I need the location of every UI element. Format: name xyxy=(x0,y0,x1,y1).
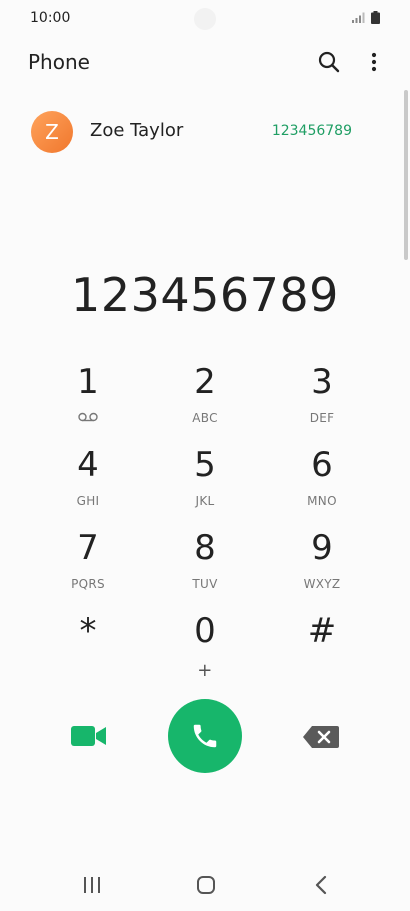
scrollbar[interactable] xyxy=(404,90,408,260)
avatar: Z xyxy=(31,111,73,153)
key-star[interactable]: * xyxy=(30,609,146,689)
key-letters: ABC xyxy=(192,411,218,425)
key-letters: PQRS xyxy=(71,577,105,591)
key-letters: JKL xyxy=(195,494,215,508)
key-9[interactable]: 9 WXYZ xyxy=(264,526,380,606)
home-icon[interactable] xyxy=(196,875,216,895)
key-letters: DEF xyxy=(309,411,335,425)
dialed-number-display[interactable]: 123456789 xyxy=(0,268,410,322)
key-digit: 2 xyxy=(194,362,216,402)
key-8[interactable]: 8 TUV xyxy=(147,526,263,606)
backspace-icon[interactable] xyxy=(302,725,340,749)
key-digit: 8 xyxy=(194,528,216,568)
key-digit: 3 xyxy=(311,362,333,402)
key-digit: 5 xyxy=(194,445,216,485)
key-letters: TUV xyxy=(192,577,218,591)
key-letters: + xyxy=(197,660,213,681)
front-camera xyxy=(194,8,216,30)
more-options-icon[interactable] xyxy=(366,50,382,74)
suggested-contact-row[interactable]: Z Zoe Taylor 123456789 xyxy=(0,107,400,157)
key-4[interactable]: 4 GHI xyxy=(30,443,146,523)
phone-icon xyxy=(193,724,217,748)
key-letters: GHI xyxy=(76,494,100,508)
key-2[interactable]: 2 ABC xyxy=(147,360,263,440)
navigation-bar xyxy=(0,860,410,910)
contact-number: 123456789 xyxy=(271,123,352,139)
key-digit: 6 xyxy=(311,445,333,485)
key-letters: MNO xyxy=(307,494,337,508)
video-camera-icon[interactable] xyxy=(70,724,108,748)
key-digit: 0 xyxy=(194,611,216,651)
key-hash[interactable]: # xyxy=(264,609,380,689)
back-icon[interactable] xyxy=(314,875,328,895)
key-digit: 7 xyxy=(77,528,99,568)
status-bar: 10:00 xyxy=(0,0,410,38)
battery-icon xyxy=(371,11,380,24)
key-0[interactable]: 0 + xyxy=(147,609,263,689)
page-title: Phone xyxy=(28,50,90,74)
key-5[interactable]: 5 JKL xyxy=(147,443,263,523)
key-digit: 4 xyxy=(77,445,99,485)
signal-icon xyxy=(352,12,365,23)
key-3[interactable]: 3 DEF xyxy=(264,360,380,440)
recent-apps-icon[interactable] xyxy=(82,876,102,894)
key-digit: * xyxy=(79,611,97,651)
key-1[interactable]: 1 xyxy=(30,360,146,440)
search-icon[interactable] xyxy=(318,51,340,73)
key-7[interactable]: 7 PQRS xyxy=(30,526,146,606)
key-digit: 9 xyxy=(311,528,333,568)
key-6[interactable]: 6 MNO xyxy=(264,443,380,523)
voicemail-icon xyxy=(78,412,98,422)
key-digit: 1 xyxy=(77,362,99,402)
call-button[interactable] xyxy=(168,699,242,773)
contact-name: Zoe Taylor xyxy=(90,120,184,141)
status-time: 10:00 xyxy=(30,10,71,26)
key-letters: WXYZ xyxy=(303,577,341,591)
key-digit: # xyxy=(307,611,337,651)
